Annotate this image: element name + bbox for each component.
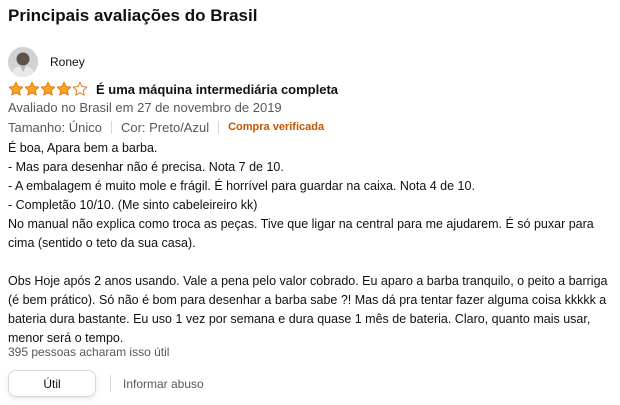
review-body-observation: Obs Hoje após 2 anos usando. Vale a pena… [8, 274, 608, 345]
star-rating[interactable] [8, 81, 88, 97]
rating-row: É uma máquina intermediária completa [8, 80, 338, 98]
size-attribute: Tamanho: Único [8, 119, 102, 135]
avatar [8, 47, 38, 77]
divider [110, 120, 112, 134]
useful-button[interactable]: Útil [8, 370, 96, 397]
helpful-count: 395 pessoas acharam isso útil [8, 345, 170, 359]
star-empty-icon [72, 81, 88, 96]
color-attribute: Cor: Preto/Azul [120, 119, 210, 135]
review-body-line: É boa, Apara bem a barba. [8, 141, 158, 155]
reviewer-profile[interactable]: Roney [8, 47, 85, 77]
star-filled-icon [56, 81, 72, 96]
review-title[interactable]: É uma máquina intermediária completa [96, 82, 338, 97]
review-body-line: - Mas para desenhar não é precisa. Nota … [8, 160, 284, 174]
review-actions: Útil Informar abuso [8, 369, 204, 398]
star-filled-icon [8, 81, 24, 96]
reviewer-name: Roney [50, 55, 85, 69]
report-abuse-link[interactable]: Informar abuso [123, 377, 204, 391]
review-body-line: - A embalagem é muito mole e frágil. É h… [8, 179, 475, 193]
star-filled-icon [40, 81, 56, 96]
review-body-line: - Completão 10/10. (Me sinto cabeleireir… [8, 198, 258, 212]
review-body-line: No manual não explica como troca as peça… [8, 217, 594, 250]
product-variant-row: Tamanho: Único Cor: Preto/Azul Compra ve… [8, 119, 324, 135]
divider [110, 375, 111, 392]
divider [218, 120, 220, 134]
user-avatar-icon [8, 47, 38, 77]
section-title: Principais avaliações do Brasil [8, 6, 258, 25]
review-date: Avaliado no Brasil em 27 de novembro de … [8, 100, 282, 115]
review-body: É boa, Apara bem a barba. - Mas para des… [8, 139, 612, 348]
star-filled-icon [24, 81, 40, 96]
verified-purchase-badge: Compra verificada [228, 121, 325, 133]
